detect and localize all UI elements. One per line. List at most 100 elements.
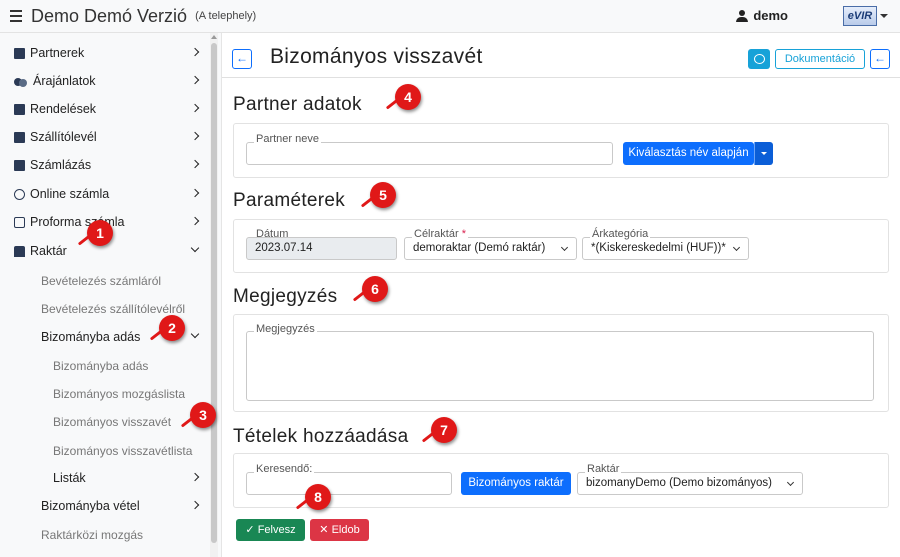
sidebar-subitem-bizomanyos-mozgaslista[interactable]: Bizományos mozgáslista [53,387,185,401]
chat-button[interactable] [748,49,770,69]
date-label: Dátum [256,228,289,240]
partner-name-label: Partner neve [254,133,321,145]
target-warehouse-select[interactable]: demoraktar (Demó raktár) [404,237,577,260]
annotation-marker-5: 5 [370,182,396,208]
chevron-right-icon [190,216,200,226]
target-warehouse-label-text: Célraktár [414,228,459,240]
sidebar: Partnerek Árajánlatok Rendelések Szállít… [0,33,222,557]
discard-button[interactable]: ✕ Eldob [310,519,369,541]
sidebar-subitem-raktarkozi-mozgas[interactable]: Raktárközi mozgás [41,528,143,542]
annotation-marker-7: 7 [431,417,457,443]
annotation-marker-4: 4 [395,84,421,110]
app-subtitle: (A telephely) [195,10,257,22]
price-category-select[interactable]: *(Kiskereskedelmi (HUF))* [582,237,749,260]
items-card: Keresendő: Bizományos raktár bizomanyDem… [233,453,889,508]
invoice-icon [14,159,25,171]
select-dropdown-caret-button[interactable] [754,142,773,165]
note-card: Megjegyzés [233,314,889,412]
section-title-params: Paraméterek [233,190,346,211]
consignment-warehouse-button[interactable]: Bizományos raktár [461,472,571,495]
page-title: Bizományos visszavét [270,45,483,68]
proforma-icon [14,216,25,228]
section-title-note: Megjegyzés [233,286,338,307]
discard-button-label: Eldob [331,524,360,536]
sidebar-subitem-bizomanyos-visszavet[interactable]: Bizományos visszavét [53,415,171,429]
target-warehouse-label: Célraktár * [412,228,468,240]
annotation-marker-2: 2 [159,315,185,341]
sidebar-item-listak[interactable]: Listák [0,464,210,492]
documentation-button[interactable]: Dokumentáció [775,49,865,69]
note-textarea[interactable] [246,331,874,401]
sidebar-subitem-bevetelezes-szamlarol[interactable]: Bevételezés számláról [41,274,161,288]
logo-dropdown-caret-icon[interactable] [880,14,888,18]
warehouse-label: Raktár [585,463,622,475]
back-button[interactable]: ← [232,49,252,69]
sidebar-item-label: Partnerek [30,46,85,60]
close-icon: ✕ [319,524,329,536]
chevron-down-icon [190,243,200,253]
sidebar-item-arajanlatok[interactable]: Árajánlatok [0,67,210,95]
target-warehouse-value: demoraktar (Demó raktár) [413,242,546,254]
address-card-icon [14,47,25,59]
partner-name-input[interactable] [246,142,613,165]
chevron-down-icon [560,243,569,252]
chevron-right-icon [190,131,200,141]
top-bar: Demo Demó Verzió (A telephely) demo eVIR [0,0,900,33]
chevron-down-icon [190,329,200,339]
sidebar-item-online-szamla[interactable]: Online számla [0,180,210,208]
warehouse-select[interactable]: bizomanyDemo (Demo bizományos) [577,472,803,495]
sidebar-item-rendelesek[interactable]: Rendelések [0,95,210,123]
required-asterisk: * [461,228,466,240]
sidebar-subitem-bizomanyos-visszavetlista[interactable]: Bizományos visszavétlista [53,444,192,458]
sidebar-item-label: Szállítólevél [30,130,97,144]
search-label: Keresendő: [254,463,315,475]
annotation-marker-1: 1 [87,220,113,246]
chevron-right-icon [190,103,200,113]
sidebar-item-szallitolevel[interactable]: Szállítólevél [0,123,210,151]
select-by-name-button[interactable]: Kiválasztás név alapján [623,142,754,165]
app-logo[interactable]: eVIR [843,6,877,26]
save-button-label: Felvesz [257,524,296,536]
params-card: 2023.07.14 Dátum demoraktar (Demó raktár… [233,219,889,273]
check-icon: ✓ [245,524,255,536]
price-category-value: *(Kiskereskedelmi (HUF))* [591,242,726,254]
hamburger-menu-icon[interactable] [10,10,22,22]
chevron-right-icon [190,47,200,57]
note-label: Megjegyzés [254,323,317,335]
search-input[interactable] [246,472,452,495]
section-title-partner: Partner adatok [233,94,362,115]
sidebar-subitem-bizomanyba-adas[interactable]: Bizományba adás [53,359,148,373]
chevron-down-icon [786,478,795,487]
app-title: Demo Demó Verzió [31,5,188,26]
annotation-marker-6: 6 [362,276,388,302]
sidebar-scroll-thumb[interactable] [211,43,217,543]
sidebar-item-partnerek[interactable]: Partnerek [0,39,210,67]
save-button[interactable]: ✓ Felvesz [236,519,305,541]
annotation-marker-8: 8 [305,484,331,510]
sidebar-subitem-bevetelezes-szallitolevelrol[interactable]: Bevételezés szállítólevélről [41,302,185,316]
sidebar-item-label: Online számla [30,187,110,201]
chevron-right-icon [190,75,200,85]
page-header: ← Bizományos visszavét Dokumentáció ← [222,33,900,78]
sidebar-item-label: Listák [53,471,86,485]
sidebar-item-label: Rendelések [30,102,97,116]
sidebar-item-szamlazas[interactable]: Számlázás [0,151,210,179]
clipboard-icon [14,131,25,143]
back-button-right[interactable]: ← [870,49,890,69]
sidebar-item-label: Bizományba vétel [41,499,140,513]
sidebar-item-bizomanyba-vetel[interactable]: Bizományba vétel [0,492,210,520]
annotation-marker-3: 3 [190,402,216,428]
chevron-down-icon [732,243,741,252]
scroll-up-arrow-icon[interactable] [211,35,217,39]
globe-icon [14,188,25,200]
user-menu[interactable]: demo [736,8,788,23]
section-title-items: Tételek hozzáadása [233,426,409,447]
chevron-right-icon [190,500,200,510]
warehouse-value: bizomanyDemo (Demo bizományos) [586,477,772,489]
document-icon [14,103,25,115]
chevron-right-icon [190,188,200,198]
chevron-right-icon [190,159,200,169]
sidebar-item-label: Számlázás [30,158,92,172]
sidebar-item-label: Bizományba adás [41,330,141,344]
sidebar-item-label: Raktár [30,244,67,258]
